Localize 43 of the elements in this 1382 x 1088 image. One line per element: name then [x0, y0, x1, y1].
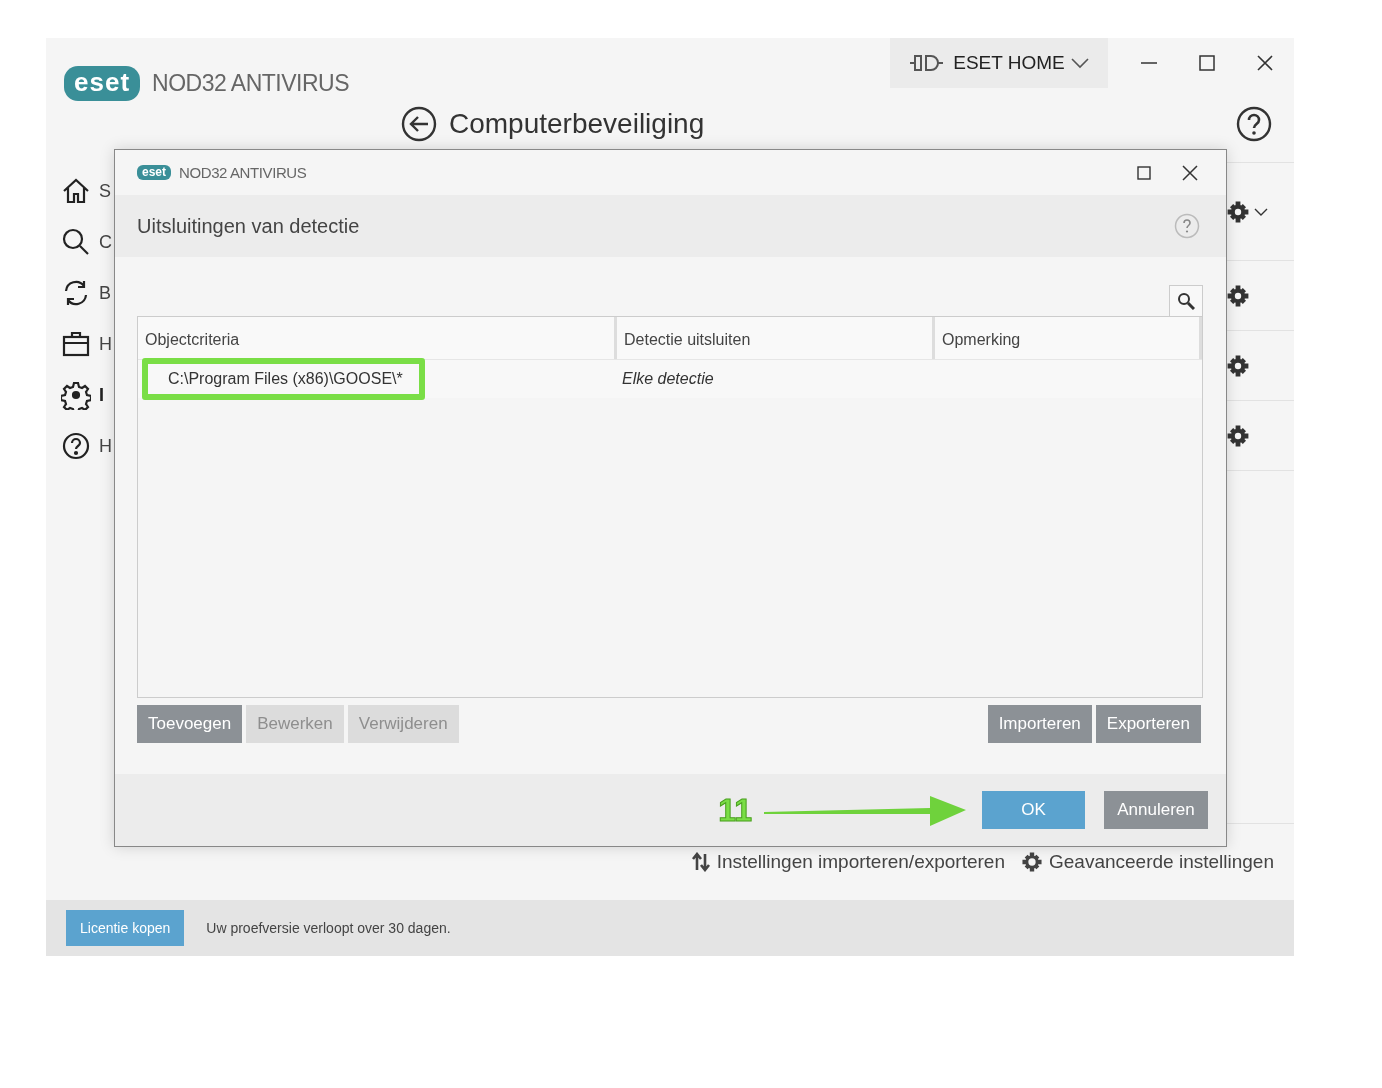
product-name: NOD32 ANTIVIRUS — [152, 69, 350, 97]
back-icon[interactable] — [401, 106, 437, 142]
dialog-title: Uitsluitingen van detectie — [137, 214, 360, 238]
search-icon — [1177, 292, 1195, 310]
sidebar-label: C — [99, 231, 112, 253]
settings-link[interactable]: Geavanceerde instellingen — [1021, 851, 1274, 873]
sidebar-label: H — [99, 333, 112, 355]
sidebar-label: H — [99, 435, 112, 457]
cancel-button[interactable]: Annuleren — [1104, 791, 1208, 829]
close-icon[interactable] — [1182, 164, 1198, 181]
maximize-icon[interactable] — [1136, 164, 1152, 181]
help-icon — [61, 431, 91, 461]
gear-icon — [1021, 851, 1043, 873]
action-button[interactable]: Exporteren — [1095, 705, 1201, 743]
product-name: NOD32 ANTIVIRUS — [179, 164, 307, 181]
close-icon[interactable] — [1256, 54, 1274, 72]
ok-button[interactable]: OK — [982, 791, 1085, 829]
action-button[interactable]: Toevoegen — [137, 705, 243, 743]
page-title: Computerbeveiliging — [449, 108, 705, 140]
home-icon — [61, 176, 91, 206]
search-icon — [61, 227, 91, 257]
settings-link[interactable]: Instellingen importeren/exporteren — [690, 851, 1005, 873]
search-button[interactable] — [1169, 285, 1203, 316]
sidebar-label: B — [99, 282, 111, 304]
maximize-icon[interactable] — [1198, 54, 1216, 72]
table-cell: C:\Program Files (x86)\GOOSE\* — [168, 370, 403, 387]
help-icon[interactable] — [1236, 106, 1272, 142]
sidebar-label: I — [99, 384, 104, 406]
home-dropdown[interactable]: ESET HOME — [890, 38, 1108, 88]
eset-logo: eset — [64, 65, 141, 101]
gear-icon — [61, 380, 91, 410]
eset-logo: eset — [137, 165, 172, 180]
table-cell: Elke detectie — [622, 370, 714, 388]
buy-license-button[interactable]: Licentie kopen — [66, 910, 185, 946]
toolbox-icon — [61, 329, 91, 359]
step-number: 11 — [718, 791, 752, 829]
trial-message: Uw proefversie verloopt over 30 dagen. — [206, 920, 451, 936]
action-button[interactable]: Importeren — [987, 705, 1092, 743]
sort-icon — [690, 852, 711, 872]
column-header[interactable]: Objectcriteria — [138, 317, 614, 359]
chevron-icon — [1254, 206, 1268, 217]
sidebar-label: S — [99, 180, 111, 202]
chevron-icon — [1070, 57, 1089, 69]
